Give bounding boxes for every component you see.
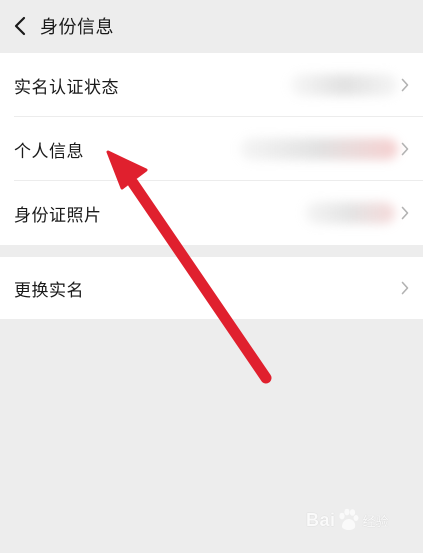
cell-label: 个人信息 <box>14 141 84 162</box>
cell-label: 实名认证状态 <box>14 77 119 98</box>
cell-id-card-photo[interactable]: 身份证照片 <box>0 181 423 245</box>
watermark-brand: Bai <box>306 509 336 530</box>
cell-personal-info[interactable]: 个人信息 <box>0 117 423 181</box>
blurred-value <box>290 74 398 96</box>
chevron-right-icon <box>399 76 411 94</box>
blurred-value <box>240 138 398 160</box>
chevron-left-icon <box>14 16 26 36</box>
blurred-value <box>305 202 395 224</box>
watermark: Bai 经验 <box>306 500 418 540</box>
cell-label: 更换实名 <box>14 280 84 301</box>
watermark-sub: 经验 <box>362 514 389 530</box>
settings-group-change: 更换实名 <box>0 257 423 319</box>
settings-group-identity: 实名认证状态 个人信息 身份证照片 <box>0 53 423 245</box>
baidu-paw-icon <box>338 508 358 530</box>
cell-real-name-status[interactable]: 实名认证状态 <box>0 53 423 117</box>
nav-bar: 身份信息 <box>0 0 423 52</box>
back-button[interactable] <box>0 0 40 52</box>
chevron-right-icon <box>399 204 411 222</box>
cell-change-real-name[interactable]: 更换实名 <box>0 257 423 319</box>
page-title: 身份信息 <box>40 17 114 38</box>
chevron-right-icon <box>399 140 411 158</box>
screen: 身份信息 实名认证状态 个人信息 身份证照片 更换实名 Bai 经验 <box>0 0 423 553</box>
cell-label: 身份证照片 <box>14 205 102 226</box>
chevron-right-icon <box>399 279 411 297</box>
